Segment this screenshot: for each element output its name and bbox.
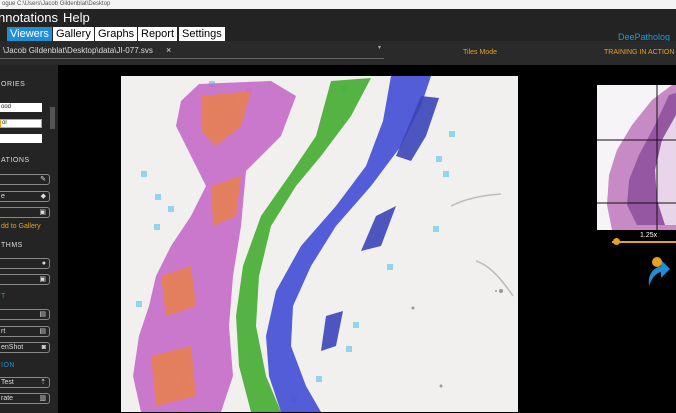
tab-settings[interactable]: Settings [179, 27, 225, 41]
chevron-down-icon[interactable]: ▾ [378, 44, 381, 51]
evaluation-header: ION [1, 362, 15, 369]
sidebar: ORIES ood ol ATIONS ✎ e ◆ ▣ dd to Gallery… [0, 65, 58, 413]
annotations-header: ATIONS [1, 157, 30, 164]
pencil-icon: ✎ [40, 176, 46, 183]
category-scrollbar[interactable] [50, 107, 55, 129]
minimap-canvas [597, 85, 676, 230]
refresh-arrow [648, 257, 670, 286]
export-button-2-label: rt [1, 328, 6, 335]
screenshot-button-label: enShot [1, 344, 24, 351]
annotation-button-1[interactable]: ✎ [0, 174, 50, 185]
export-button-2[interactable]: rt ▤ [0, 326, 50, 337]
category-field-3[interactable] [0, 134, 42, 143]
document-icon: ▤ [39, 328, 46, 335]
document-icon: ▤ [39, 311, 46, 318]
close-slide-button[interactable]: × [166, 45, 171, 55]
image-icon: ▣ [39, 209, 46, 216]
tab-gallery[interactable]: Gallery [53, 27, 94, 41]
training-status: TRAINING IN ACTION [604, 49, 675, 56]
menu-bar: nnotations Help [0, 9, 676, 27]
tiles-mode-label: Tiles Mode [463, 49, 497, 56]
category-field-1[interactable]: ood [0, 103, 42, 112]
upload-icon: ⇡ [40, 379, 46, 386]
tissue-heatmap [121, 76, 518, 412]
zoom-level: 1.25x [640, 232, 658, 239]
add-to-gallery-link[interactable]: dd to Gallery [1, 223, 41, 230]
overview-minimap[interactable] [597, 85, 676, 230]
camera-icon: ◙ [41, 344, 46, 351]
slide-path-input[interactable]: \Jacob Gildenblat\Desktop\data\JI-077.sv… [3, 46, 153, 55]
tab-report[interactable]: Report [138, 27, 178, 41]
tab-graphs[interactable]: Graphs [95, 27, 138, 41]
eraser-icon: ◆ [40, 193, 46, 200]
image-icon: ▣ [39, 276, 46, 283]
rate-button[interactable]: rate ▥ [0, 393, 50, 404]
tab-bar: Viewers Gallery Graphs Report Settings D… [0, 27, 676, 42]
zoom-slider-handle[interactable] [613, 238, 621, 245]
screenshot-button[interactable]: enShot ◙ [0, 342, 50, 353]
export-header: T [1, 293, 6, 300]
test-button[interactable]: Test ⇡ [0, 377, 50, 388]
export-button-1[interactable]: ▤ [0, 309, 50, 320]
algorithms-header: THMS [1, 242, 23, 249]
refresh-icon[interactable] [645, 256, 671, 288]
test-button-label: Test [1, 379, 14, 386]
menu-help[interactable]: Help [63, 10, 90, 26]
slide-path-bar: \Jacob Gildenblat\Desktop\data\JI-077.sv… [0, 41, 676, 65]
menu-annotations[interactable]: nnotations [0, 10, 58, 26]
record-icon: ● [41, 260, 46, 267]
zoom-slider[interactable] [612, 241, 676, 243]
path-underline [0, 58, 384, 59]
tab-viewers[interactable]: Viewers [7, 27, 52, 41]
window-title: ogue C:\Users\Jacob Gildenblat\Desktop [2, 1, 111, 7]
annotation-button-2[interactable]: e ◆ [0, 191, 50, 202]
trash-icon: ▥ [39, 395, 46, 402]
annotation-button-3[interactable]: ▣ [0, 207, 50, 218]
category-field-2[interactable]: ol [0, 119, 42, 128]
annotation-button-2-label: e [1, 193, 5, 200]
algorithm-button-1[interactable]: ● [0, 258, 50, 269]
window-titlebar: ogue C:\Users\Jacob Gildenblat\Desktop [0, 0, 676, 9]
slide-viewer[interactable] [121, 76, 518, 412]
rate-button-label: rate [1, 395, 14, 402]
categories-header: ORIES [1, 81, 26, 88]
algorithm-button-2[interactable]: ▣ [0, 274, 50, 285]
